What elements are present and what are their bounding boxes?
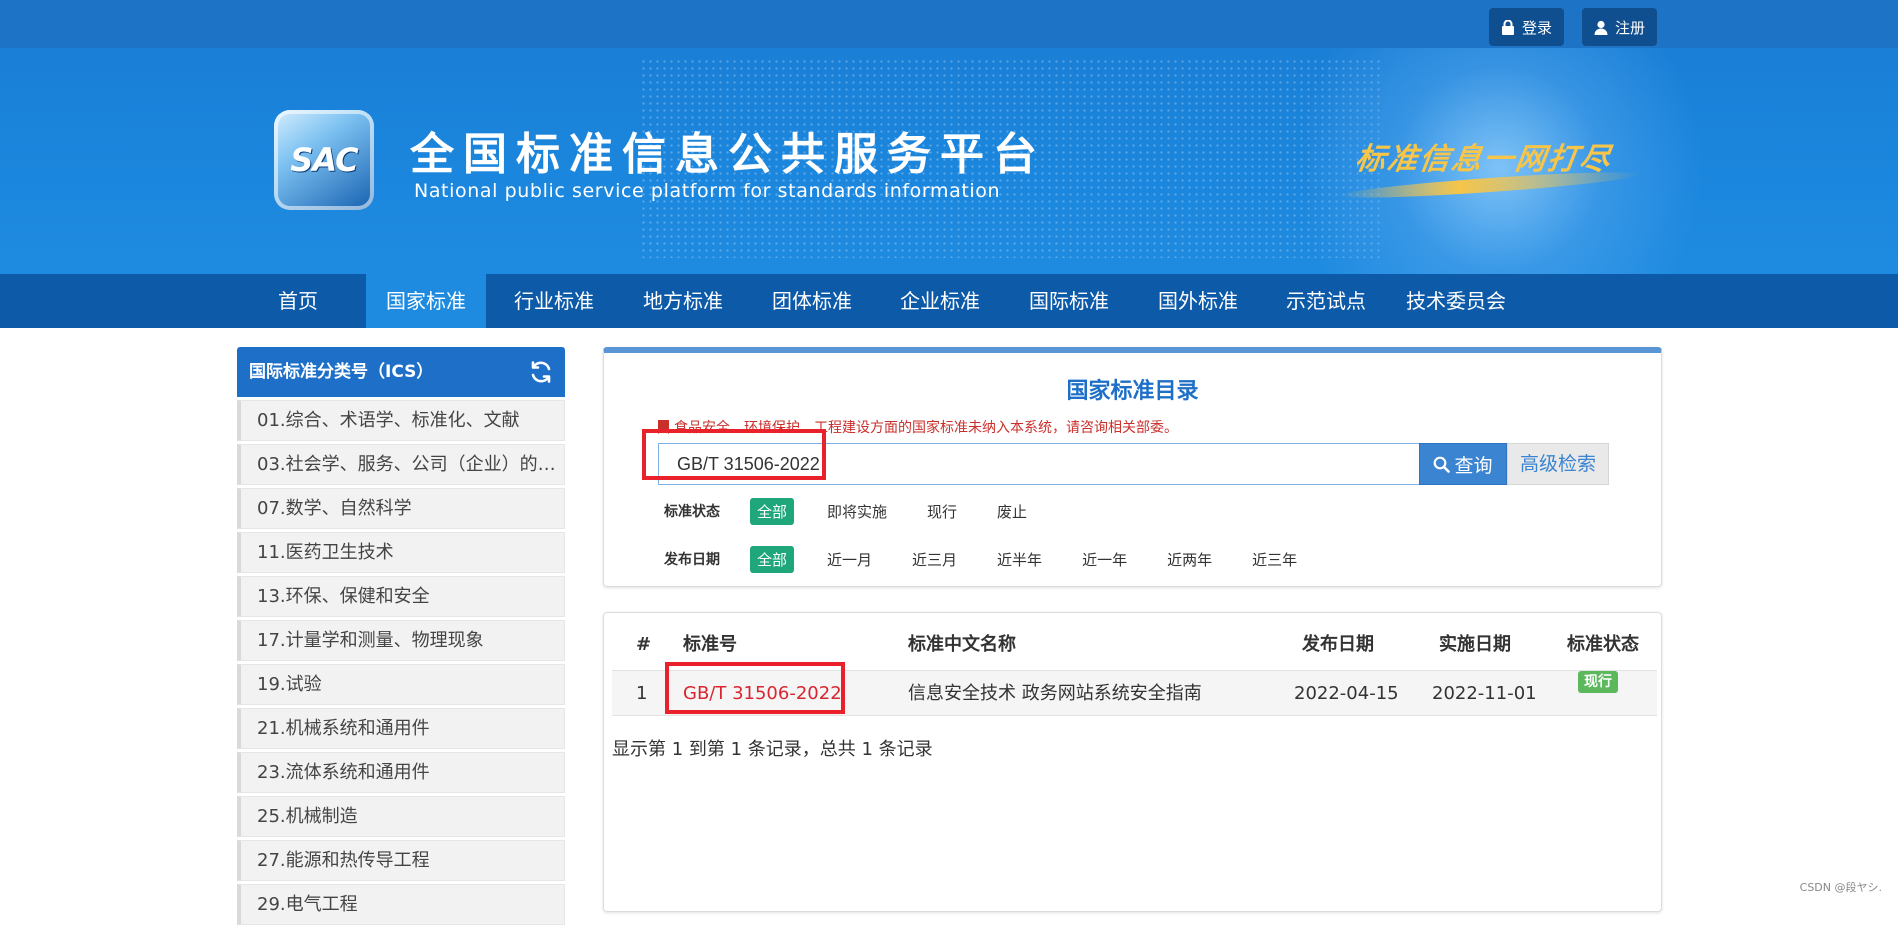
ics-item[interactable]: 11.医药卫生技术: [237, 532, 565, 573]
slogan: 标准信息一网打尽: [1353, 134, 1615, 178]
lock-icon: [1501, 20, 1515, 35]
ics-item[interactable]: 03.社会学、服务、公司（企业）的组织和管理、行政、运输: [237, 444, 565, 485]
nav-item-international[interactable]: 国际标准: [1019, 274, 1119, 328]
search-icon: [1433, 456, 1450, 473]
date-filter-label: 发布日期: [664, 549, 750, 569]
row-index: 1: [636, 671, 647, 717]
nav-item-industry[interactable]: 行业标准: [504, 274, 604, 328]
login-button[interactable]: 登录: [1489, 8, 1564, 46]
user-icon: [1594, 20, 1608, 35]
status-filter: 标准状态 全部 即将实施 现行 废止: [664, 497, 1060, 525]
site-subtitle: National public service platform for sta…: [414, 180, 1000, 202]
status-option-abolished[interactable]: 废止: [990, 498, 1034, 525]
results-table: # 标准号 标准中文名称 发布日期 实施日期 标准状态 1 GB/T 31506…: [603, 612, 1662, 912]
ics-item[interactable]: 17.计量学和测量、物理现象: [237, 620, 565, 661]
date-option-2y[interactable]: 近两年: [1160, 546, 1219, 573]
site-title: 全国标准信息公共服务平台: [410, 118, 1046, 182]
nav-item-enterprise[interactable]: 企业标准: [890, 274, 990, 328]
ics-item[interactable]: 25.机械制造: [237, 796, 565, 837]
register-label: 注册: [1615, 17, 1645, 38]
pagination-summary: 显示第 1 到第 1 条记录，总共 1 条记录: [612, 735, 933, 761]
watermark: CSDN @段ヤシ.: [1800, 879, 1882, 895]
nav-item-group[interactable]: 团体标准: [762, 274, 862, 328]
login-label: 登录: [1522, 17, 1552, 38]
date-option-3y[interactable]: 近三年: [1245, 546, 1304, 573]
ics-sidebar: 国际标准分类号（ICS） 01.综合、术语学、标准化、文献 03.社会学、服务、…: [237, 347, 565, 925]
status-filter-label: 标准状态: [664, 501, 750, 521]
refresh-icon[interactable]: [529, 360, 553, 384]
nav-item-foreign[interactable]: 国外标准: [1148, 274, 1248, 328]
status-option-upcoming[interactable]: 即将实施: [820, 498, 894, 525]
main-nav: 首页 国家标准 行业标准 地方标准 团体标准 企业标准 国际标准 国外标准 示范…: [0, 274, 1898, 328]
col-effective-date[interactable]: 实施日期: [1439, 625, 1511, 665]
date-filter: 发布日期 全部 近一月 近三月 近半年 近一年 近两年 近三年: [664, 545, 1330, 573]
date-option-1m[interactable]: 近一月: [820, 546, 879, 573]
status-option-current[interactable]: 现行: [920, 498, 964, 525]
table-header: # 标准号 标准中文名称 发布日期 实施日期 标准状态: [612, 625, 1657, 665]
publish-date: 2022-04-15: [1294, 671, 1399, 717]
search-button[interactable]: 查询: [1419, 443, 1507, 485]
sidebar-title: 国际标准分类号（ICS）: [249, 362, 433, 382]
nav-item-committee[interactable]: 技术委员会: [1399, 274, 1513, 328]
ics-item[interactable]: 13.环保、保健和安全: [237, 576, 565, 617]
col-status[interactable]: 标准状态: [1567, 625, 1639, 665]
nav-item-pilot[interactable]: 示范试点: [1276, 274, 1376, 328]
col-name[interactable]: 标准中文名称: [908, 625, 1016, 665]
ics-item[interactable]: 21.机械系统和通用件: [237, 708, 565, 749]
col-publish-date[interactable]: 发布日期: [1302, 625, 1374, 665]
annotation-box-result: [665, 662, 845, 714]
col-code[interactable]: 标准号: [683, 625, 737, 665]
date-option-6m[interactable]: 近半年: [990, 546, 1049, 573]
ics-item[interactable]: 23.流体系统和通用件: [237, 752, 565, 793]
ics-item[interactable]: 19.试验: [237, 664, 565, 705]
ics-item[interactable]: 07.数学、自然科学: [237, 488, 565, 529]
col-index[interactable]: #: [636, 625, 651, 665]
date-option-3m[interactable]: 近三月: [905, 546, 964, 573]
logo-text: SAC: [290, 141, 357, 179]
status-badge: 现行: [1578, 671, 1618, 693]
status-option-all[interactable]: 全部: [750, 498, 794, 525]
nav-item-home[interactable]: 首页: [258, 274, 338, 328]
banner: SAC 全国标准信息公共服务平台 National public service…: [0, 48, 1898, 274]
date-option-1y[interactable]: 近一年: [1075, 546, 1134, 573]
panel-title: 国家标准目录: [604, 373, 1661, 405]
standard-name: 信息安全技术 政务网站系统安全指南: [908, 671, 1202, 717]
effective-date: 2022-11-01: [1432, 671, 1537, 717]
nav-item-local[interactable]: 地方标准: [633, 274, 733, 328]
ics-item[interactable]: 27.能源和热传导工程: [237, 840, 565, 881]
ics-item[interactable]: 01.综合、术语学、标准化、文献: [237, 400, 565, 441]
sac-logo[interactable]: SAC: [274, 110, 374, 210]
annotation-box-search: [642, 429, 826, 480]
sidebar-header: 国际标准分类号（ICS）: [237, 347, 565, 397]
search-label: 查询: [1454, 451, 1492, 478]
register-button[interactable]: 注册: [1582, 8, 1657, 46]
top-bar: 登录 注册: [0, 0, 1898, 48]
nav-item-national[interactable]: 国家标准: [366, 274, 486, 328]
advanced-search-button[interactable]: 高级检索: [1507, 443, 1609, 485]
ics-item[interactable]: 29.电气工程: [237, 884, 565, 925]
date-option-all[interactable]: 全部: [750, 546, 794, 573]
